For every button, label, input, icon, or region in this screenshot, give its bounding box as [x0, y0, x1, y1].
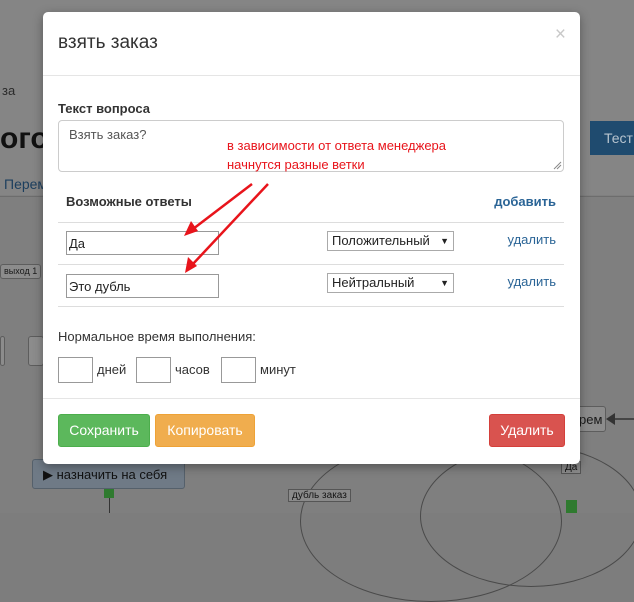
close-icon[interactable]: × [555, 24, 566, 46]
minutes-input[interactable] [221, 357, 256, 383]
background-node-left [0, 336, 5, 366]
answer-value-input[interactable] [66, 231, 219, 255]
question-label: Текст вопроса [58, 101, 151, 116]
answer-type-value: Положительный [332, 233, 430, 248]
annotation-line-1: в зависимости от ответа менеджера [227, 138, 447, 153]
background-green-port-2 [566, 500, 577, 513]
background-node-left-2 [28, 336, 44, 366]
days-input[interactable] [58, 357, 93, 383]
copy-button[interactable]: Копировать [155, 414, 255, 447]
background-connector-2 [420, 445, 634, 587]
hours-label: часов [175, 362, 210, 377]
save-button[interactable]: Сохранить [58, 414, 150, 447]
answer-row: Нейтральный ▼ удалить [58, 265, 564, 307]
delete-answer-link[interactable]: удалить [508, 232, 556, 247]
chevron-down-icon: ▼ [440, 278, 449, 288]
background-label-dublicate: дубль заказ [288, 489, 351, 502]
resize-grip-icon[interactable] [552, 160, 562, 170]
answer-value-input[interactable] [66, 274, 219, 298]
modal-title: взять заказ [58, 32, 158, 53]
answer-type-select[interactable]: Нейтральный ▼ [327, 273, 454, 293]
background-line [109, 498, 110, 513]
annotation-line-2: начнутся разные ветки [227, 157, 365, 172]
background-arrow-icon [606, 413, 634, 425]
modal-header: взять заказ × [43, 12, 580, 76]
hours-input[interactable] [136, 357, 171, 383]
chevron-down-icon: ▼ [440, 236, 449, 246]
answer-type-select[interactable]: Положительный ▼ [327, 231, 454, 251]
normal-time-label: Нормальное время выполнения: [58, 329, 256, 344]
answer-type-value: Нейтральный [332, 275, 415, 290]
delete-button[interactable]: Удалить [489, 414, 565, 447]
minutes-label: минут [260, 362, 296, 377]
edit-question-modal: взять заказ × Текст вопроса Взять заказ?… [43, 12, 580, 464]
days-label: дней [97, 362, 127, 377]
delete-answer-link[interactable]: удалить [508, 274, 556, 289]
background-title: ого [0, 122, 49, 155]
answers-header: Возможные ответы добавить [58, 192, 564, 223]
answer-row: Положительный ▼ удалить [58, 223, 564, 265]
background-breadcrumb: за [2, 83, 16, 98]
add-answer-link[interactable]: добавить [494, 194, 556, 209]
modal-footer: Сохранить Копировать Удалить [43, 398, 580, 465]
answers-title: Возможные ответы [66, 194, 192, 209]
background-node-exit: выход 1 [0, 264, 42, 279]
background-test-button: Тест [590, 121, 634, 155]
